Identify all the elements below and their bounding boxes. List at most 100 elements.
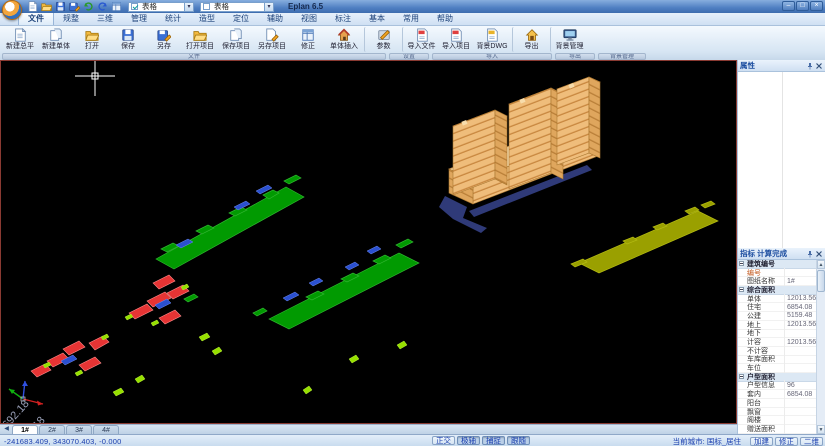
quick-access-button[interactable] [96,1,108,12]
ribbon-group-label: 设置 [389,53,429,60]
scroll-up-icon[interactable]: ▲ [817,260,825,269]
status-action-button[interactable]: 二维 [800,437,823,446]
ribbon-tab[interactable]: 管理 [122,12,156,25]
ribbon-tab[interactable]: 常用 [394,12,428,25]
indicators-panel: 指标 计算完成 建筑编号编号图纸名称1#综合面积单体12013.56住宅6854… [738,248,825,434]
scrollbar[interactable]: ▲ ▼ [816,260,825,434]
ribbon-tab[interactable]: 基本 [360,12,394,25]
ribbon-group-label: 文件 [2,53,386,60]
status-toggle-button[interactable]: 跟随 [507,436,530,445]
toolbar-button[interactable]: 打开 [74,27,110,52]
quick-access-toolbar [26,1,122,12]
ribbon-tab[interactable]: 帮助 [428,12,462,25]
toolbar-button[interactable]: 导入文件 [402,27,438,52]
toolbar-button[interactable]: 修正 [290,27,326,52]
combo-value: 表格 [212,1,264,12]
status-action-button[interactable]: 修正 [775,437,798,446]
status-action-button[interactable]: 加建 [750,437,773,446]
quick-access-button[interactable] [54,1,66,12]
toolbar-button[interactable]: 另存项目 [254,27,290,52]
status-toggle-button[interactable]: 捕捉 [482,436,505,445]
chevron-down-icon[interactable]: ▾ [264,3,273,11]
toolbar-button[interactable]: 背景DWG [474,27,510,52]
ribbon-group-labels: 文件设置导入导出背景管理 [0,52,825,60]
ribbon-tab[interactable]: 造型 [190,12,224,25]
title-bar: 表格 ▾ 表格 ▾ Eplan 6.5 –□× [0,0,825,13]
toolbar-button[interactable]: 另存 [146,27,182,52]
building-cluster-red-1[interactable] [125,275,189,326]
toolbar-button[interactable]: 导入项目 [438,27,474,52]
document-tab[interactable]: 3# [66,425,92,434]
ribbon-toolbar: 新建总平新建单体打开保存另存打开项目保存项目另存项目修正单体插入参数导入文件导入… [0,26,825,52]
ribbon-tab[interactable]: 文件 [18,11,54,25]
quick-access-button[interactable] [110,1,122,12]
checkbox-icon[interactable] [203,3,210,10]
quick-access-button[interactable] [26,1,38,12]
ribbon-tab[interactable]: 标注 [326,12,360,25]
building-cluster-red-2[interactable] [31,334,109,377]
scroll-down-icon[interactable]: ▼ [817,425,825,434]
checkbox-icon[interactable] [131,3,138,10]
tab-scroll-left-icon[interactable]: ◀ [1,425,12,434]
indicator-grid: 建筑编号编号图纸名称1#综合面积单体12013.56住宅6854.08公建515… [738,260,816,434]
toolbar-button[interactable]: 背景管理 [550,27,586,52]
quick-access-button[interactable] [40,1,52,12]
pin-icon[interactable] [806,250,814,258]
properties-panel-title: 属性 [740,60,805,71]
toolbar-button[interactable]: 导出 [512,27,548,52]
building-footprint-green-2[interactable] [184,239,419,329]
chevron-down-icon[interactable]: ▾ [184,3,193,11]
building-3d-beige[interactable] [439,77,600,233]
ribbon-group-label: 导入 [432,53,552,60]
ribbon-tab[interactable]: 统计 [156,12,190,25]
svg-text:692.18: 692.18 [1,398,32,424]
property-row[interactable]: 赠送面积 [738,425,816,434]
drawing-canvas[interactable]: 692.18 02.18 [0,60,737,424]
window-control-button[interactable]: – [782,1,795,11]
toolbar-button[interactable]: 保存项目 [218,27,254,52]
dimension-text: 692.18 02.18 [1,398,48,424]
collapse-icon[interactable] [739,374,744,379]
toolbar-button[interactable]: 新建总平 [2,27,38,52]
style-combo-1[interactable]: 表格 ▾ [128,2,194,12]
close-icon[interactable] [815,250,823,258]
properties-panel-body[interactable] [738,72,825,248]
ribbon-tab[interactable]: 辅助 [258,12,292,25]
document-tab[interactable]: 4# [93,425,119,434]
toolbar-button[interactable]: 打开项目 [182,27,218,52]
toolbar-button[interactable]: 单体插入 [326,27,362,52]
toolbar-button[interactable]: 参数 [364,27,400,52]
scrollbar-thumb[interactable] [817,270,825,292]
current-city-label: 当前城市: 国标_居住 [673,436,741,446]
toolbar-button[interactable]: 保存 [110,27,146,52]
ribbon-tab[interactable]: 视图 [292,12,326,25]
window-control-button[interactable]: □ [796,1,809,11]
ribbon-tab[interactable]: 定位 [224,12,258,25]
document-tab[interactable]: 2# [39,425,65,434]
building-footprint-olive[interactable] [571,201,718,273]
document-tab-bar: ◀ 1#2#3#4# [0,424,737,434]
pin-icon[interactable] [806,62,814,70]
app-logo-icon[interactable] [2,0,22,20]
close-icon[interactable] [815,62,823,70]
ribbon-group-label: 导出 [555,53,595,60]
building-footprint-green-1[interactable] [156,175,304,269]
window-control-button[interactable]: × [810,1,823,11]
style-combo-2[interactable]: 表格 ▾ [200,2,274,12]
ribbon-tab[interactable]: 规整 [54,12,88,25]
tree-markers[interactable] [113,333,407,396]
status-toggle-button[interactable]: 正交 [432,436,455,445]
svg-text:02.18: 02.18 [20,415,47,424]
right-panel-column: 属性 指标 计算完成 建筑编号编号图纸名称1#综合面积单体12013.56住宅6… [737,60,825,434]
ribbon-tab[interactable]: 三维 [88,12,122,25]
toolbar-button[interactable]: 新建单体 [38,27,74,52]
document-tab[interactable]: 1# [12,425,38,434]
collapse-icon[interactable] [739,287,744,292]
ribbon-tab-bar: 文件规整三维管理统计造型定位辅助视图标注基本常用帮助 [0,13,825,26]
window-controls: –□× [782,1,823,11]
status-toggle-button[interactable]: 极轴 [457,436,480,445]
combo-value: 表格 [140,1,184,12]
quick-access-button[interactable] [68,1,80,12]
quick-access-button[interactable] [82,1,94,12]
collapse-icon[interactable] [739,261,744,266]
